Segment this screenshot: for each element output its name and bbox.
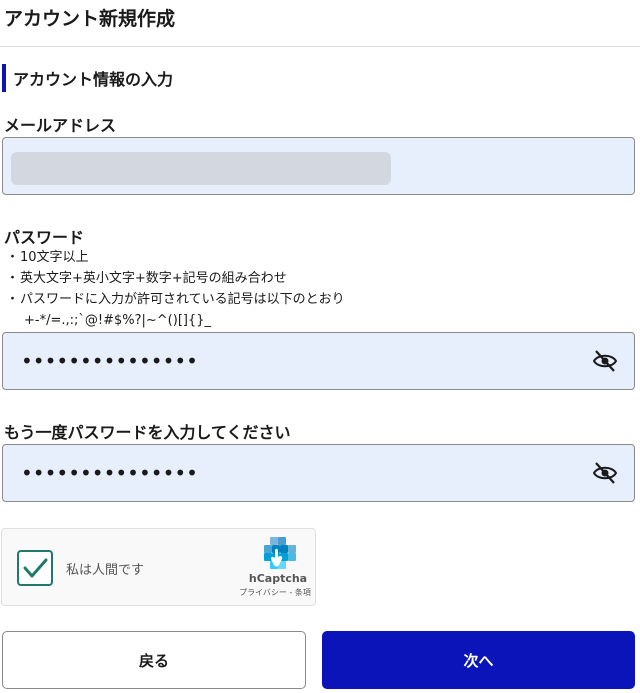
password-field-wrapper [2, 332, 635, 390]
password-rules: ・10文字以上 ・英大文字+英小文字+数字+記号の組み合わせ ・パスワードに入力… [6, 247, 345, 331]
email-field[interactable] [2, 137, 635, 195]
back-button[interactable]: 戻る [2, 631, 306, 689]
rule-bullet: ・ [6, 271, 20, 286]
password-rule: ・英大文字+英小文字+数字+記号の組み合わせ [6, 268, 345, 289]
eye-slash-icon[interactable] [592, 349, 618, 373]
header-divider [0, 46, 640, 47]
password-input[interactable] [21, 333, 561, 389]
password-rule: ・10文字以上 [6, 247, 345, 268]
section-heading: アカウント情報の入力 [2, 64, 173, 92]
email-value-redacted [11, 152, 391, 185]
checkmark-icon [23, 558, 48, 578]
email-label: メールアドレス [4, 116, 117, 135]
section-heading-text: アカウント情報の入力 [13, 70, 174, 89]
password-label: パスワード [4, 228, 85, 247]
section-accent-bar [2, 64, 6, 92]
password-rule-text: 10文字以上 [20, 250, 89, 265]
password-allowed-symbols: +-*/=.,:;`@!#$%?|~^()[]{}_ [6, 310, 345, 331]
captcha-checkbox[interactable] [17, 550, 53, 586]
rule-bullet: ・ [6, 250, 20, 265]
next-button[interactable]: 次へ [322, 631, 635, 689]
eye-slash-icon[interactable] [592, 461, 618, 485]
captcha-label: 私は人間です [66, 563, 145, 578]
rule-bullet: ・ [6, 292, 20, 307]
allowed-symbols-text: +-*/=.,:;`@!#$%?|~^()[]{}_ [24, 313, 212, 328]
password-rule-text: パスワードに入力が許可されている記号は以下のとおり [20, 292, 345, 307]
hcaptcha-logo-icon [259, 537, 297, 573]
password-confirm-input[interactable] [21, 445, 561, 501]
password-confirm-wrapper [2, 444, 635, 502]
password-rule: ・パスワードに入力が許可されている記号は以下のとおり [6, 289, 345, 310]
page-title: アカウント新規作成 [4, 8, 176, 30]
password-rule-text: 英大文字+英小文字+数字+記号の組み合わせ [20, 271, 287, 286]
captcha-brand: hCaptcha [248, 572, 308, 585]
captcha-privacy-terms-links[interactable]: プライバシー - 条項 [234, 587, 316, 598]
captcha-widget: 私は人間です hCaptcha プライバシー - 条項 [1, 528, 316, 606]
password-confirm-label: もう一度パスワードを入力してください [4, 423, 291, 442]
